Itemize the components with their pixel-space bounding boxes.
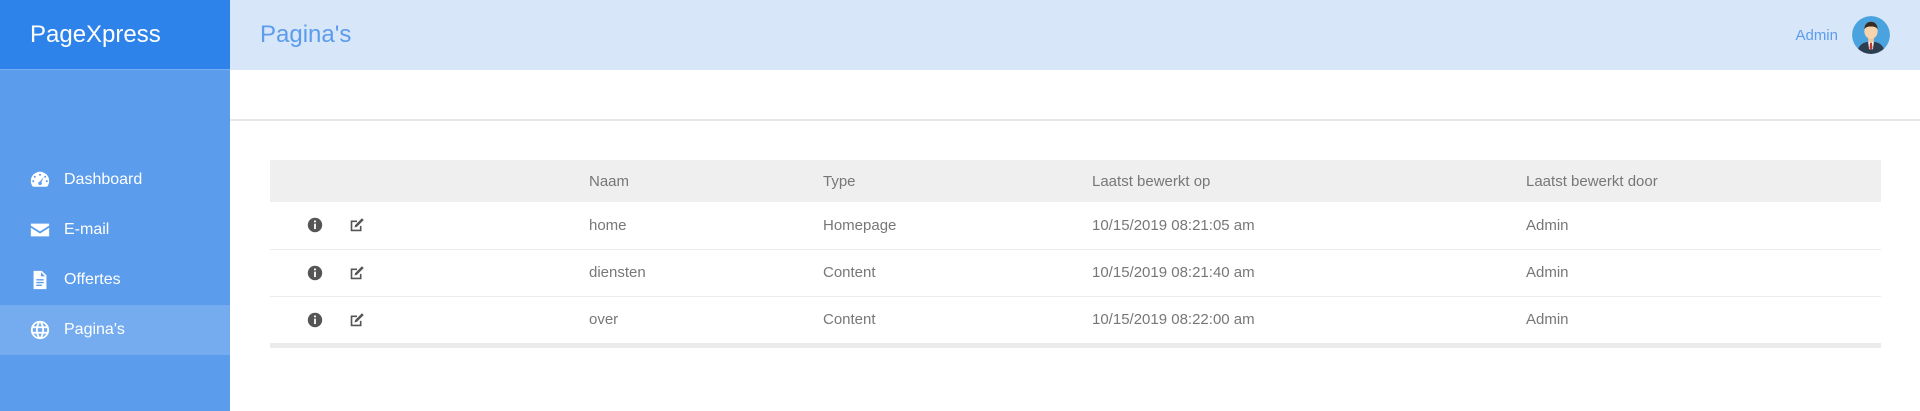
cell-type: Content xyxy=(823,264,876,281)
globe-icon xyxy=(29,319,51,341)
pages-table-container: Naam Type Laatst bewerkt op Laatst bewer… xyxy=(270,160,1881,348)
user-name-link[interactable]: Admin xyxy=(1795,27,1838,44)
toolbar xyxy=(230,70,1920,121)
edit-icon[interactable] xyxy=(347,263,367,283)
column-header-edited-on[interactable]: Laatst bewerkt op xyxy=(1092,160,1526,202)
user-menu[interactable]: Admin xyxy=(1795,16,1890,54)
sidebar-item-label: E-mail xyxy=(64,221,110,238)
sidebar-item-paginas[interactable]: Pagina's xyxy=(0,305,230,355)
sidebar-item-label: Pagina's xyxy=(64,321,125,338)
table-row: diensten Content 10/15/2019 08:21:40 am … xyxy=(270,249,1881,296)
sidebar-item-label: Dashboard xyxy=(64,171,143,188)
row-actions xyxy=(270,249,589,296)
table-row: home Homepage 10/15/2019 08:21:05 am Adm… xyxy=(270,202,1881,249)
table-header-row: Naam Type Laatst bewerkt op Laatst bewer… xyxy=(270,160,1881,202)
info-icon[interactable] xyxy=(305,215,325,235)
info-icon[interactable] xyxy=(305,263,325,283)
sidebar-item-email[interactable]: E-mail xyxy=(0,205,230,255)
info-icon[interactable] xyxy=(305,310,325,330)
column-header-type[interactable]: Type xyxy=(823,160,1092,202)
document-icon xyxy=(29,269,51,291)
cell-naam: diensten xyxy=(589,264,646,281)
cell-edited-on: 10/15/2019 08:21:05 am xyxy=(1092,216,1255,234)
app-root: PageXpress Dashboard E-mail Offertes Pag… xyxy=(0,0,1920,411)
topbar: Pagina's Admin xyxy=(230,0,1920,70)
sidebar-nav: Dashboard E-mail Offertes Pagina's xyxy=(0,155,230,355)
brand-logo[interactable]: PageXpress xyxy=(0,0,230,70)
main-content: Pagina's Admin Naam Type Laatst bewerkt … xyxy=(230,0,1920,411)
edit-icon[interactable] xyxy=(347,310,367,330)
cell-edited-on: 10/15/2019 08:22:00 am xyxy=(1092,311,1255,329)
column-header-actions xyxy=(270,160,589,202)
page-title: Pagina's xyxy=(260,21,352,48)
cell-edited-by: Admin xyxy=(1526,216,1569,234)
cell-edited-by: Admin xyxy=(1526,264,1569,281)
sidebar-item-dashboard[interactable]: Dashboard xyxy=(0,155,230,205)
row-actions xyxy=(270,202,589,249)
column-header-edited-by[interactable]: Laatst bewerkt door xyxy=(1526,160,1881,202)
sidebar: PageXpress Dashboard E-mail Offertes Pag… xyxy=(0,0,230,411)
row-actions xyxy=(270,296,589,343)
cell-naam: home xyxy=(589,216,627,234)
cell-edited-on: 10/15/2019 08:21:40 am xyxy=(1092,264,1255,281)
sidebar-item-label: Offertes xyxy=(64,271,121,288)
cell-naam: over xyxy=(589,311,619,329)
column-header-naam[interactable]: Naam xyxy=(589,160,823,202)
dashboard-gauge-icon xyxy=(29,169,51,191)
edit-icon[interactable] xyxy=(347,215,367,235)
table-row: over Content 10/15/2019 08:22:00 am Admi… xyxy=(270,296,1881,343)
pages-table: Naam Type Laatst bewerkt op Laatst bewer… xyxy=(270,160,1881,343)
sidebar-item-offertes[interactable]: Offertes xyxy=(0,255,230,305)
cell-type: Homepage xyxy=(823,216,897,234)
envelope-icon xyxy=(29,219,51,241)
user-avatar-icon[interactable] xyxy=(1852,16,1890,54)
cell-type: Content xyxy=(823,311,876,329)
cell-edited-by: Admin xyxy=(1526,311,1569,329)
